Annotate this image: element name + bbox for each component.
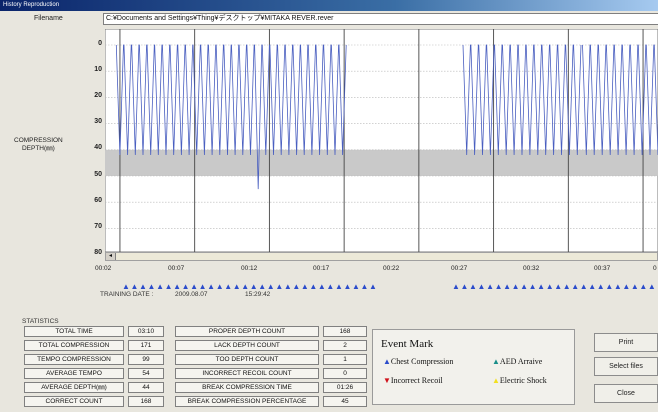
x-tick-label: 00:07	[168, 265, 185, 272]
stat-value: 45	[323, 396, 367, 407]
y-tick-label: 10	[94, 66, 102, 73]
blue-triangle-icon: ▲	[383, 357, 391, 366]
close-button[interactable]: Close	[594, 384, 658, 403]
event-mark-title: Event Mark	[381, 338, 434, 350]
stat-value: 168	[128, 396, 164, 407]
stat-value: 54	[128, 368, 164, 379]
teal-triangle-icon: ▲	[492, 357, 500, 366]
stat-value: 1	[323, 354, 367, 365]
legend-electric-shock: ▲Electric Shock	[492, 376, 547, 385]
scroll-left-button[interactable]: ◂	[106, 253, 116, 260]
x-tick-label: 00:02	[95, 265, 112, 272]
legend-incorrect-recoil: ▼Incorrect Recoil	[383, 376, 443, 385]
stat-label: CORRECT COUNT	[24, 396, 124, 407]
x-tick-label: 00:27	[451, 265, 468, 272]
legend-aed-label: AED Arraive	[499, 357, 543, 366]
stat-label: TEMPO COMPRESSION	[24, 354, 124, 365]
stat-value: 01:26	[323, 382, 367, 393]
stat-label: TOTAL COMPRESSION	[24, 340, 124, 351]
x-tick-label: 00:32	[523, 265, 540, 272]
x-tick-label: 00:22	[383, 265, 400, 272]
legend-aed-arrive: ▲AED Arraive	[492, 357, 542, 366]
statistics-title: STATISTICS	[22, 318, 59, 325]
stat-label: INCORRECT RECOIL COUNT	[175, 368, 319, 379]
y-tick-label: 20	[94, 92, 102, 99]
stat-value: 44	[128, 382, 164, 393]
stat-value: 03:10	[128, 326, 164, 337]
legend-chest-compression: ▲Chest Compression	[383, 357, 453, 366]
y-tick-label: 80	[94, 249, 102, 256]
window-title-bar: History Reproduction	[0, 0, 658, 11]
y-axis-label: COMPRESSION DEPTH(㎜)	[14, 137, 63, 153]
training-date-label: TRAINING DATE :	[100, 291, 154, 298]
red-triangle-icon: ▼	[383, 376, 391, 385]
stat-label: BREAK COMPRESSION TIME	[175, 382, 319, 393]
y-tick-label: 40	[94, 144, 102, 151]
x-tick-label: 0	[653, 265, 657, 272]
y-tick-label: 50	[94, 171, 102, 178]
chest-compression-markers-2: ▲▲▲▲▲▲▲▲▲▲▲▲▲▲▲▲▲▲▲▲▲▲▲▲▲▲	[452, 282, 658, 291]
stat-label: AVERAGE DEPTH(㎜)	[24, 382, 124, 393]
y-axis-label-line1: COMPRESSION	[14, 137, 63, 144]
stat-label: TOO DEPTH COUNT	[175, 354, 319, 365]
filename-label: Filename	[34, 15, 63, 22]
x-tick-label: 00:17	[313, 265, 330, 272]
chest-compression-markers-1: ▲▲▲▲▲▲▲▲▲▲▲▲▲▲▲▲▲▲▲▲▲▲▲▲▲▲▲▲▲▲	[122, 282, 378, 291]
stat-value: 0	[323, 368, 367, 379]
stat-label: TOTAL TIME	[24, 326, 124, 337]
legend-recoil-label: Incorrect Recoil	[390, 376, 443, 385]
stat-label: AVERAGE TEMPO	[24, 368, 124, 379]
window-title: History Reproduction	[3, 2, 60, 8]
training-date-value: 2009.08.07	[175, 291, 208, 298]
stat-label: PROPER DEPTH COUNT	[175, 326, 319, 337]
stat-value: 171	[128, 340, 164, 351]
y-tick-label: 0	[98, 40, 102, 47]
select-files-button[interactable]: Select files	[594, 357, 658, 376]
stat-label: LACK DEPTH COUNT	[175, 340, 319, 351]
y-tick-label: 60	[94, 197, 102, 204]
y-tick-label: 30	[94, 118, 102, 125]
training-time-value: 15:29:42	[245, 291, 271, 298]
x-tick-label: 00:12	[241, 265, 258, 272]
y-tick-label: 70	[94, 223, 102, 230]
stat-label: BREAK COMPRESSION PERCENTAGE	[175, 396, 319, 407]
event-mark-legend: Event Mark ▲Chest Compression ▲AED Arrai…	[372, 329, 575, 405]
y-axis-label-line2: DEPTH(㎜)	[21, 145, 55, 152]
chart-scrollbar[interactable]: ◂	[105, 252, 658, 261]
filename-field[interactable]: C:¥Documents and Settings¥Thing¥デスクトップ¥M…	[103, 13, 658, 25]
print-button[interactable]: Print	[594, 333, 658, 352]
compression-depth-chart	[105, 29, 658, 252]
target-depth-band	[105, 149, 658, 176]
stat-value: 2	[323, 340, 367, 351]
stat-value: 168	[323, 326, 367, 337]
legend-chest-label: Chest Compression	[390, 357, 454, 366]
yellow-triangle-icon: ▲	[492, 376, 500, 385]
stat-value: 99	[128, 354, 164, 365]
x-tick-label: 00:37	[594, 265, 611, 272]
legend-shock-label: Electric Shock	[499, 376, 547, 385]
plot-background	[105, 29, 658, 252]
